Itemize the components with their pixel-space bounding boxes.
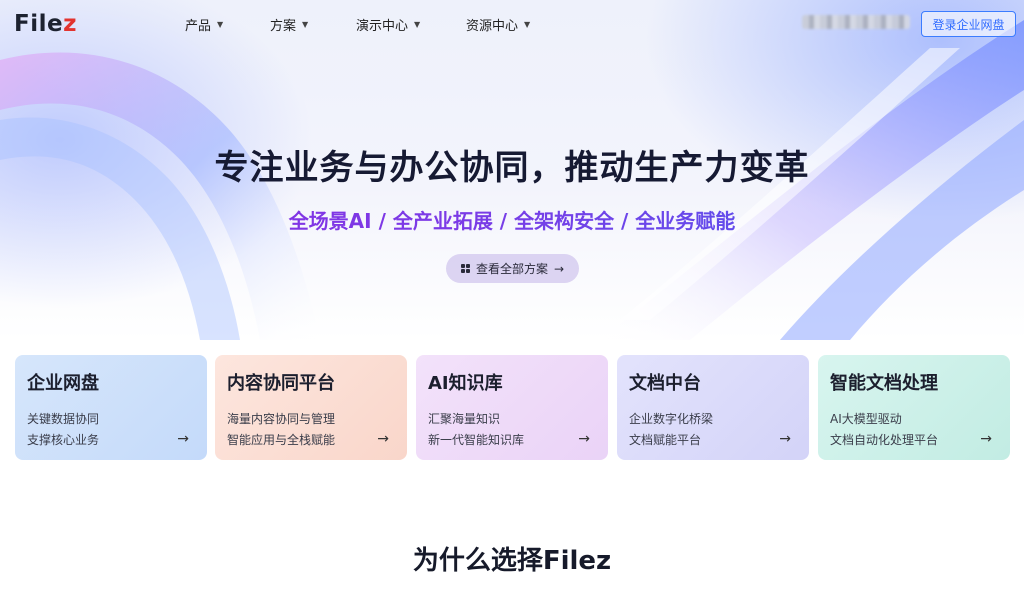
nav-label: 产品 [185, 19, 212, 34]
card-desc-line2: 智能应用与全栈赋能 [227, 433, 336, 447]
arrow-right-icon: → [377, 431, 389, 447]
card-desc-line2: 文档自动化处理平台 [830, 433, 939, 447]
user-info-blurred [802, 15, 910, 29]
logo-z: z [63, 11, 77, 37]
site-header: Filez 产品 ▼ 方案 ▼ 演示中心 ▼ 资源中心 ▼ 登录企业网盘 [0, 0, 1024, 48]
card-title: 内容协同平台 [227, 373, 335, 394]
cta-label: 查看全部方案 [475, 262, 548, 276]
card-desc-line1: 企业数字化桥梁 [629, 412, 714, 426]
card-desc-line1: 关键数据协同 [27, 412, 100, 426]
card-desc-line2: 文档赋能平台 [629, 433, 702, 447]
nav-item-demo-center[interactable]: 演示中心 ▼ [356, 15, 420, 34]
card-desc-line1: 汇聚海量知识 [428, 412, 501, 426]
hero-subtitle: 全场景AI / 全产业拓展 / 全架构安全 / 全业务赋能 [0, 205, 1024, 234]
arrow-right-icon: → [578, 431, 590, 447]
product-card-ai-knowledge-base[interactable]: AI知识库 汇聚海量知识 新一代智能知识库 → [416, 355, 608, 460]
product-card-doc-middle-platform[interactable]: 文档中台 企业数字化桥梁 文档赋能平台 → [617, 355, 809, 460]
nav-item-products[interactable]: 产品 ▼ [185, 15, 223, 34]
nav-item-solutions[interactable]: 方案 ▼ [270, 15, 308, 34]
nav-label: 资源中心 [466, 19, 519, 34]
nav-item-resource-center[interactable]: 资源中心 ▼ [466, 15, 530, 34]
nav-label: 方案 [270, 19, 297, 34]
grid-icon [460, 264, 470, 273]
product-card-content-collab[interactable]: 内容协同平台 海量内容协同与管理 智能应用与全栈赋能 → [215, 355, 407, 460]
view-all-solutions-button[interactable]: 查看全部方案 → [446, 254, 579, 283]
hero-title: 专注业务与办公协同，推动生产力变革 [214, 148, 810, 188]
caret-down-icon: ▼ [217, 20, 224, 29]
card-desc-line1: AI大模型驱动 [830, 412, 902, 426]
filez-logo[interactable]: Filez [14, 11, 77, 37]
arrow-right-icon: → [177, 431, 189, 447]
arrow-right-icon: → [553, 261, 565, 276]
product-card-intelligent-doc-processing[interactable]: 智能文档处理 AI大模型驱动 文档自动化处理平台 → [818, 355, 1010, 460]
why-choose-section-title: 为什么选择Filez [412, 546, 612, 576]
logo-text: File [14, 11, 64, 37]
card-title: AI知识库 [428, 373, 503, 394]
product-card-enterprise-drive[interactable]: 企业网盘 关键数据协同 支撑核心业务 → [15, 355, 207, 460]
card-desc-line1: 海量内容协同与管理 [227, 412, 336, 426]
card-desc-line2: 支撑核心业务 [27, 433, 100, 447]
card-title: 文档中台 [629, 373, 701, 394]
card-title: 企业网盘 [27, 373, 99, 394]
caret-down-icon: ▼ [524, 20, 531, 29]
caret-down-icon: ▼ [302, 20, 309, 29]
card-title: 智能文档处理 [830, 373, 938, 394]
arrow-right-icon: → [980, 431, 992, 447]
caret-down-icon: ▼ [414, 20, 421, 29]
login-enterprise-drive-button[interactable]: 登录企业网盘 [921, 11, 1016, 37]
card-desc-line2: 新一代智能知识库 [428, 433, 525, 447]
arrow-right-icon: → [779, 431, 791, 447]
nav-label: 演示中心 [356, 19, 409, 34]
